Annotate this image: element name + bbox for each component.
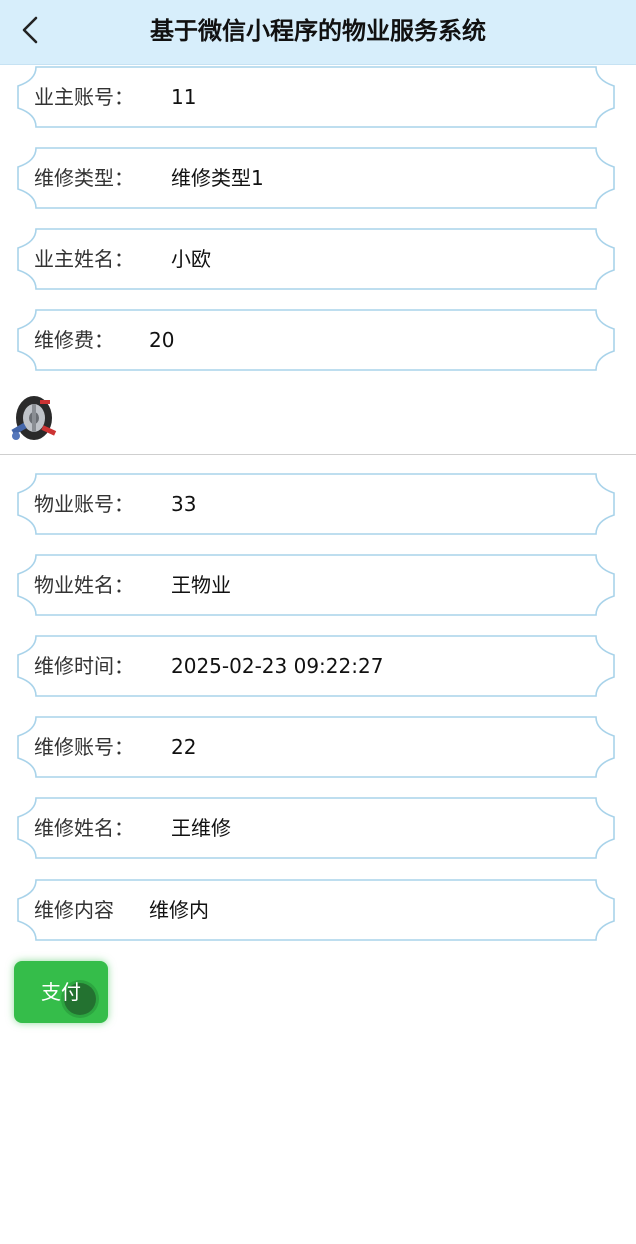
top-navigation-bar: 基于微信小程序的物业服务系统 xyxy=(0,0,636,65)
pay-button-label: 支付 xyxy=(41,980,81,1004)
field-value: 11 xyxy=(171,85,197,109)
field-owner-name: 业主姓名： 小欧 xyxy=(16,228,616,290)
field-repairer-account: 维修账号： 22 xyxy=(16,716,616,778)
field-label: 物业姓名： xyxy=(34,573,134,597)
field-repair-time: 维修时间： 2025-02-23 09:22:27 xyxy=(16,635,616,697)
field-value: 33 xyxy=(171,492,197,516)
page-title: 基于微信小程序的物业服务系统 xyxy=(150,17,486,45)
field-label: 维修姓名： xyxy=(34,816,134,840)
field-owner-account: 业主账号： 11 xyxy=(16,66,616,128)
field-value: 22 xyxy=(171,735,197,759)
field-value: 维修内 xyxy=(149,898,209,922)
car-wheel-tools-image[interactable] xyxy=(4,388,60,448)
field-label: 维修内容 xyxy=(34,898,114,922)
field-property-account: 物业账号： 33 xyxy=(16,473,616,535)
field-label: 维修账号： xyxy=(34,735,134,759)
field-value: 王维修 xyxy=(171,816,231,840)
field-value: 维修类型1 xyxy=(171,166,264,190)
field-label: 物业账号： xyxy=(34,492,134,516)
repair-image-row xyxy=(0,382,636,455)
field-repair-type: 维修类型： 维修类型1 xyxy=(16,147,616,209)
field-repair-content: 维修内容 维修内 xyxy=(16,879,616,941)
field-repair-fee: 维修费： 20 xyxy=(16,309,616,371)
field-value: 20 xyxy=(149,328,175,352)
pay-button[interactable]: 支付 xyxy=(14,961,108,1023)
field-value: 2025-02-23 09:22:27 xyxy=(171,654,384,678)
field-label: 业主姓名： xyxy=(34,247,134,271)
field-label: 维修费： xyxy=(34,328,114,352)
field-label: 维修类型： xyxy=(34,166,134,190)
field-label: 维修时间： xyxy=(34,654,134,678)
field-property-name: 物业姓名： 王物业 xyxy=(16,554,616,616)
field-label: 业主账号： xyxy=(34,85,134,109)
field-repairer-name: 维修姓名： 王维修 xyxy=(16,797,616,859)
field-value: 小欧 xyxy=(171,247,211,271)
field-value: 王物业 xyxy=(171,573,231,597)
